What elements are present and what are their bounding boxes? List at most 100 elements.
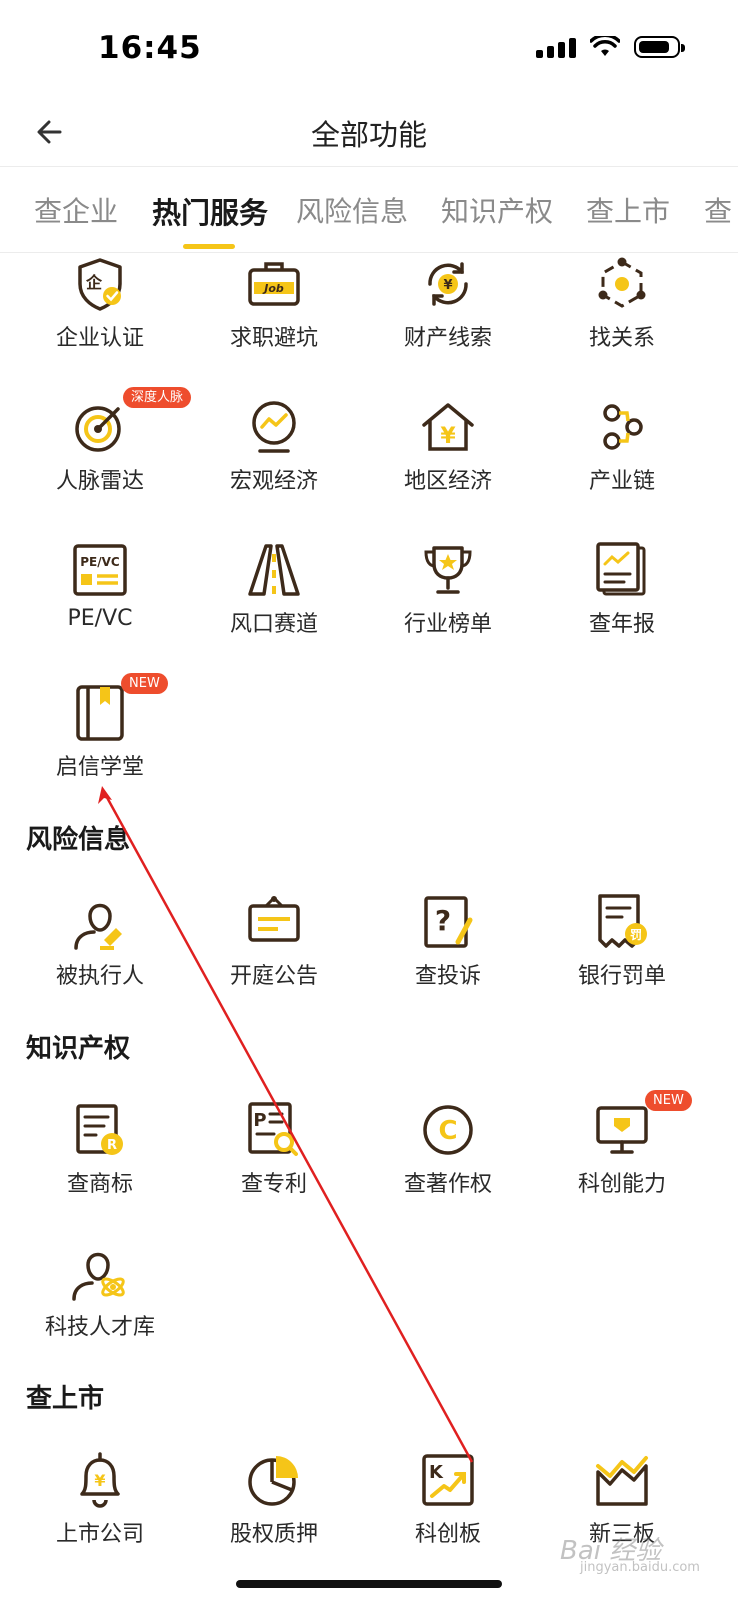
active-tab-indicator [183,244,235,249]
feature-label: 开庭公告 [229,964,318,989]
feature-equity-pledge[interactable]: 股权质押 [199,1450,349,1580]
executed-person-icon [74,903,122,950]
feature-label: 查商标 [66,1172,133,1197]
deep-contacts-badge: 深度人脉 [123,387,192,408]
feature-label: 求职避坑 [229,326,318,351]
feature-label: PE/VC [67,606,133,631]
feature-label: 股权质押 [229,1522,318,1547]
new-badge: NEW [645,1090,692,1111]
tab-ip[interactable]: 知识产权 [441,190,553,230]
feature-label: 科技人才库 [44,1315,155,1340]
feature-copyright[interactable]: C 查著作权 [373,1100,523,1230]
feature-complaint[interactable]: ? 查投诉 [373,892,523,1022]
talent-atom-icon [72,1252,125,1301]
yuan-glyph: ¥ [443,278,452,293]
region-house-icon: ¥ [422,403,474,451]
section-risk-title: 风险信息 [26,825,131,855]
complaint-icon: ? [424,896,473,948]
feature-macro-economy[interactable]: 宏观经济 [199,397,349,527]
copyright-icon: C [423,1105,473,1155]
equity-pie-icon [248,1456,298,1506]
watermark-sub: jingyan.baidu.com [580,1560,700,1575]
feature-label: 查投诉 [414,964,481,989]
feature-label: 产业链 [588,469,655,494]
function-list: 企 企业认证 Job 求职避坑 ¥ 财产线索 找关系 深度人脉 人脉雷达 宏观经… [0,252,738,1600]
feature-label: 找关系 [588,326,655,351]
enterprise-shield-icon: 企 [78,258,122,311]
tab-more[interactable]: 查 [704,190,732,230]
svg-text:P: P [253,1110,266,1131]
feature-label: 银行罚单 [577,964,666,989]
section-listing-title: 查上市 [26,1384,105,1414]
star-market-icon: K [422,1454,474,1506]
feature-innovation-capability[interactable]: NEW 科创能力 [547,1090,697,1230]
feature-executed-person[interactable]: 被执行人 [25,892,175,1022]
tab-hot-services[interactable]: 热门服务 [152,190,268,232]
feature-label: 地区经济 [403,469,492,494]
feature-court-notice[interactable]: 开庭公告 [199,892,349,1022]
road-track-icon [248,544,300,596]
feature-listed-company[interactable]: ¥ 上市公司 [25,1450,175,1580]
network-hex-icon [598,257,646,308]
feature-trend-track[interactable]: 风口赛道 [199,540,349,670]
feature-label: 科创板 [414,1522,481,1547]
bank-fine-icon: 罚 [598,894,647,948]
listed-yuan-glyph: ¥ [94,1471,105,1490]
section-ip-title: 知识产权 [26,1034,131,1064]
tab-risk-info[interactable]: 风险信息 [296,190,408,230]
feature-trademark[interactable]: R 查商标 [25,1100,175,1230]
job-briefcase-icon: Job [248,262,300,306]
property-cycle-icon: ¥ [428,262,468,306]
category-tabs: 查企业 热门服务 风险信息 知识产权 查上市 查 [0,168,738,253]
feature-enterprise-verify[interactable]: 企 企业认证 [25,254,175,384]
trademark-glyph: R [107,1138,117,1153]
pevc-glyph: PE/VC [80,555,120,569]
feature-star-market[interactable]: K 科创板 [373,1450,523,1580]
feature-annual-report[interactable]: 查年报 [547,540,697,670]
battery-icon [634,36,685,58]
feature-label: 企业认证 [55,326,144,351]
new-third-board-icon [596,1456,648,1506]
nav-bar: 全部功能 [0,96,738,167]
fine-glyph: 罚 [630,928,642,942]
job-glyph: Job [262,282,284,295]
feature-find-relations[interactable]: 找关系 [547,254,697,384]
feature-label: 科创能力 [577,1172,666,1197]
svg-text:?: ? [435,904,451,937]
feature-label: 宏观经济 [229,469,318,494]
cellular-signal-icon [536,36,576,58]
feature-label: 启信学堂 [55,755,144,780]
tab-company[interactable]: 查企业 [34,190,118,230]
feature-property-clue[interactable]: ¥ 财产线索 [373,254,523,384]
copyright-glyph: C [438,1116,457,1146]
feature-qixin-academy[interactable]: NEW 启信学堂 [25,673,175,813]
feature-industry-ranking[interactable]: 行业榜单 [373,540,523,670]
trademark-icon: R [76,1104,123,1155]
tab-listing[interactable]: 查上市 [586,190,670,230]
enterprise-glyph: 企 [85,273,103,292]
feature-tech-talent[interactable]: 科技人才库 [25,1243,175,1373]
feature-bank-fine[interactable]: 罚 银行罚单 [547,892,697,1022]
home-indicator[interactable] [236,1580,502,1588]
radar-icon [75,406,121,452]
status-bar: 16:45 [0,0,738,100]
star-market-glyph: K [429,1462,444,1483]
court-notice-icon [248,895,300,942]
new-badge: NEW [121,673,168,694]
macro-chart-icon [252,401,296,453]
feature-industry-chain[interactable]: 产业链 [547,397,697,527]
feature-label: 风口赛道 [229,612,318,637]
status-icons [536,36,685,58]
pevc-card-icon: PE/VC [73,544,127,596]
feature-patent[interactable]: P 查专利 [199,1100,349,1230]
feature-pevc[interactable]: PE/VC PE/VC [25,540,175,670]
patent-icon: P [248,1102,298,1156]
feature-label: 上市公司 [55,1522,144,1547]
feature-contact-radar[interactable]: 深度人脉 人脉雷达 [25,387,192,527]
wifi-icon [590,36,620,56]
trophy-icon [424,546,472,594]
feature-regional-economy[interactable]: ¥ 地区经济 [373,397,523,527]
feature-label: 行业榜单 [403,612,492,637]
annual-report-icon [596,542,646,596]
feature-job-pitfall[interactable]: Job 求职避坑 [199,254,349,384]
